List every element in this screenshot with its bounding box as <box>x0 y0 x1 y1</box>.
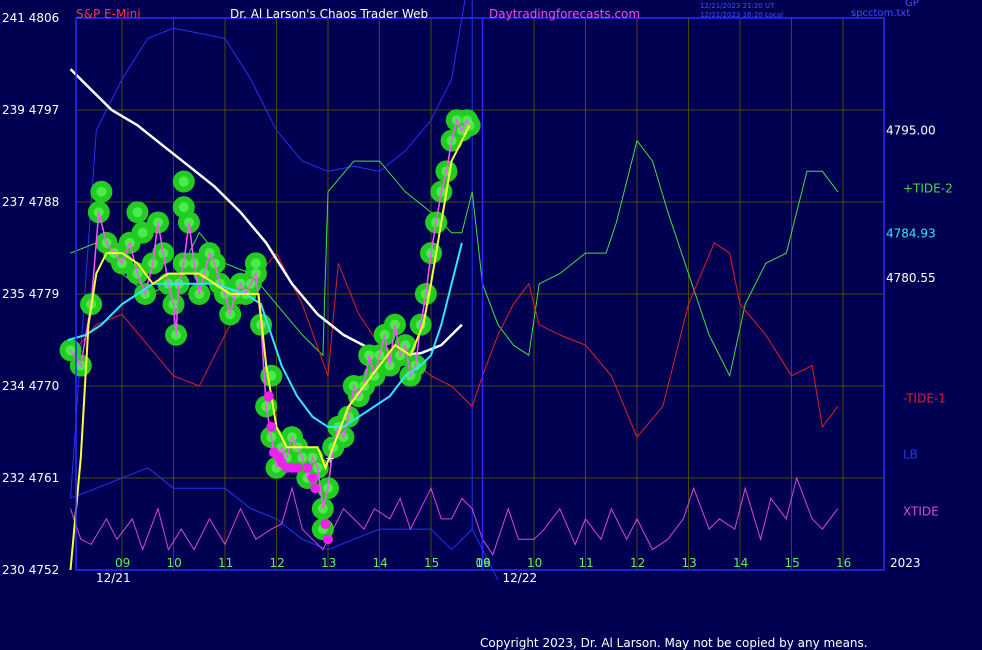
price-ball-highlight <box>178 176 189 187</box>
magenta-dot <box>302 462 313 473</box>
magenta-dot <box>266 421 277 432</box>
x-tick-label: 12 <box>270 556 285 570</box>
site-title: Daytradingforecasts.com <box>489 7 640 21</box>
right-label: +TIDE-2 <box>903 182 953 196</box>
x-tick-label: 13 <box>682 556 697 570</box>
y-tick-label: 234 4770 <box>2 379 59 393</box>
x-tick-label: 12 <box>630 556 645 570</box>
x-tick-label: 15 <box>785 556 800 570</box>
x-tick-label: 15 <box>424 556 439 570</box>
x-tick-label: 10 <box>167 556 182 570</box>
date-label: 12/22 <box>503 571 538 585</box>
x-tick-label: 10 <box>527 556 542 570</box>
x-tick-label: 14 <box>373 556 388 570</box>
y-tick-label: 230 4752 <box>2 563 59 577</box>
price-ball-highlight <box>132 207 143 218</box>
y-tick-label: 241 4806 <box>2 11 59 25</box>
corner-label-file: spcctom.txt <box>851 8 910 19</box>
magenta-dot <box>263 391 274 402</box>
price-ball-highlight <box>96 186 107 197</box>
timestamp-ut: 12/21/2023 21:20 UT <box>700 2 775 10</box>
magenta-dot <box>310 483 321 494</box>
magenta-dot <box>292 462 303 473</box>
magenta-dot <box>320 519 331 529</box>
copyright: Copyright 2023, Dr. Al Larson. May not b… <box>480 636 868 650</box>
right-label: -TIDE-1 <box>903 391 946 405</box>
y-tick-label: 237 4788 <box>2 195 59 209</box>
price-ball-highlight <box>250 258 261 269</box>
right-label: 4795.00 <box>886 123 936 137</box>
x-tick-label: 14 <box>733 556 748 570</box>
x-tick-label: 16 <box>836 556 851 570</box>
magenta-dot <box>307 473 318 483</box>
symbol-title: S&P E-Mini <box>76 7 141 21</box>
price-ball-highlight <box>178 202 189 213</box>
y-tick-label: 235 4779 <box>2 287 59 301</box>
y-tick-label: 232 4761 <box>2 471 59 485</box>
y-tick-label: 239 4797 <box>2 103 59 117</box>
right-label: LB <box>903 447 918 461</box>
right-label: 4780.55 <box>886 271 936 285</box>
magenta-dot <box>323 534 333 545</box>
right-label: 4784.93 <box>886 226 936 240</box>
date-label: 12/21 <box>96 571 131 585</box>
year-label: 2023 <box>890 556 921 570</box>
marker: + <box>325 452 335 466</box>
x-tick-label: 13 <box>321 556 336 570</box>
chart-title: Dr. Al Larson's Chaos Trader Web <box>230 7 428 21</box>
x-tick-label: 09 <box>115 556 130 570</box>
chaos-trader-chart: + 241 4806 239 4797 237 4788 235 4779 234 47… <box>0 0 982 650</box>
timestamp-local: 12/21/2023 16:20 Local <box>700 11 783 19</box>
x-tick-label: 09 <box>476 556 491 570</box>
right-label: XTIDE <box>903 505 939 519</box>
x-tick-label: 11 <box>579 556 594 570</box>
price-ball-highlight <box>137 227 148 238</box>
x-tick-label: 11 <box>218 556 233 570</box>
